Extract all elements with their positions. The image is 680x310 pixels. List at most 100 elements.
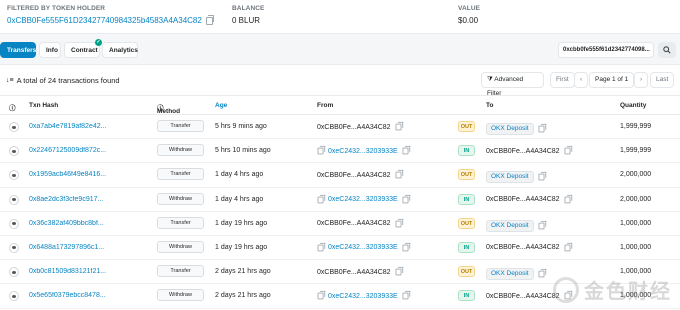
to-address[interactable]: OKX Deposit (486, 123, 546, 135)
eye-icon[interactable] (9, 146, 19, 157)
holder-label: FILTERED BY TOKEN HOLDER (7, 5, 106, 12)
chevron-left-icon: ‹ (580, 76, 583, 83)
watermark-logo-icon (553, 276, 579, 303)
to-address-text: 0xCBB0Fe...A4A34C82 (486, 147, 560, 155)
from-address[interactable]: 0xeC2432...3203933E (317, 242, 410, 252)
col-age[interactable]: Age (215, 102, 227, 109)
eye-icon[interactable] (9, 170, 19, 181)
method-badge: Transfer (157, 265, 204, 278)
copy-icon[interactable] (395, 218, 403, 228)
eye-icon[interactable] (9, 194, 19, 205)
balance-label: BALANCE (232, 5, 265, 12)
search-button[interactable] (658, 42, 676, 58)
table-row: 0x22467125009df872c... Withdraw 5 hrs 10 m… (0, 139, 680, 164)
txn-hash-link[interactable]: 0x1959acb46f49e8416... (29, 171, 111, 178)
txn-hash-link[interactable]: 0x36c382af409bbc8bf... (29, 220, 111, 227)
quantity-cell: 1,999,999 (620, 123, 652, 130)
to-address[interactable]: OKX Deposit (486, 171, 546, 184)
eye-icon[interactable] (9, 242, 19, 253)
copy-icon[interactable] (402, 291, 410, 300)
method-badge: Transfer (157, 120, 204, 132)
txn-hash-link[interactable]: 0x6488a173297896c1... (29, 244, 111, 251)
table-row: 0x36c382af409bbc8bf... Transfer 1 day 19 h… (0, 212, 680, 236)
txn-hash-link[interactable]: 0x5e65f0379ebcc8478... (29, 292, 111, 299)
table-row: 0x6488a173297896c1... Withdraw 1 day 19 hr… (0, 236, 680, 261)
to-address[interactable]: OKX Deposit (486, 268, 546, 281)
copy-icon[interactable] (564, 242, 572, 252)
from-address-text: 0xCBB0Fe...A4A34C82 (317, 220, 391, 228)
quantity-cell: 2,000,000 (620, 195, 652, 203)
tab-contract[interactable]: Contract ✓ (64, 39, 102, 58)
copy-icon[interactable] (538, 220, 546, 230)
direction-badge: OUT (458, 121, 475, 132)
copy-icon[interactable] (395, 170, 403, 179)
method-badge: Withdraw (157, 144, 204, 157)
copy-icon[interactable] (538, 269, 546, 278)
from-address[interactable]: 0xeC2432...3203933E (317, 194, 410, 204)
copy-icon[interactable] (538, 123, 546, 133)
from-address-text[interactable]: 0xeC2432...3203933E (328, 293, 398, 300)
watermark: 金色财经 (553, 275, 672, 304)
method-badge: Withdraw (157, 289, 204, 302)
to-address-text: 0xCBB0Fe...A4A34C82 (486, 244, 560, 252)
txn-hash-link[interactable]: 0x8ae2dc3f3cfe9c917... (29, 196, 111, 203)
txn-hash-link[interactable]: 0xa7ab4e7819af82e42... (29, 123, 111, 130)
tab-analytics[interactable]: Analytics (102, 42, 138, 58)
info-circle-icon: ⓘ (9, 105, 16, 112)
eye-icon[interactable] (9, 218, 19, 229)
col-method: Method ⓘ (157, 105, 181, 115)
last-page-button[interactable]: Last (650, 72, 675, 88)
copy-icon[interactable] (538, 172, 546, 181)
verified-check-icon: ✓ (95, 39, 102, 46)
first-page-button[interactable]: First (550, 72, 575, 88)
txn-hash-link[interactable]: 0xb0c81509d83121f21... (29, 268, 111, 275)
direction-badge: OUT (458, 217, 475, 229)
sort-desc-icon: ↓≡ (6, 77, 14, 84)
value-column: VALUE $0.00 (458, 5, 480, 25)
copy-icon[interactable] (402, 242, 410, 252)
from-address: 0xCBB0Fe...A4A34C82 (317, 170, 403, 179)
col-quantity: Quantity (620, 102, 647, 109)
direction-badge: IN (458, 145, 475, 157)
copy-icon[interactable] (395, 267, 403, 276)
to-address[interactable]: OKX Deposit (486, 219, 546, 232)
age-cell: 1 day 19 hrs ago (215, 243, 268, 251)
copy-icon[interactable] (402, 146, 410, 155)
quantity-cell: 2,000,000 (620, 171, 652, 179)
from-address-text: 0xCBB0Fe...A4A34C82 (317, 268, 391, 276)
from-address: 0xCBB0Fe...A4A34C82 (317, 121, 403, 131)
tab-bar: Transfers Info Contract ✓ Analytics 0xcb… (0, 39, 680, 60)
watermark-text: 金色财经 (584, 281, 672, 303)
from-address-text[interactable]: 0xeC2432...3203933E (328, 148, 398, 155)
eye-icon[interactable] (9, 122, 19, 132)
from-address-text[interactable]: 0xeC2432...3203933E (328, 244, 398, 251)
eye-icon[interactable] (9, 267, 19, 278)
to-label-chip[interactable]: OKX Deposit (486, 171, 534, 184)
holder-address[interactable]: 0xCBB0Fe555F61D23427740984325b4583A4A34C… (7, 14, 215, 25)
address-filter-chip[interactable]: 0xcbb0fe555f61d2342774098... (558, 42, 654, 58)
from-address[interactable]: 0xeC2432...3203933E (317, 291, 410, 300)
from-address-text[interactable]: 0xeC2432...3203933E (328, 196, 398, 203)
to-address-text: 0xCBB0Fe...A4A34C82 (486, 292, 560, 300)
table-row: 0x8ae2dc3f3cfe9c917... Withdraw 1 day 4 hr… (0, 188, 680, 212)
txn-hash-link[interactable]: 0x22467125009df872c... (29, 147, 111, 154)
to-label-chip[interactable]: OKX Deposit (486, 268, 534, 281)
prev-page-button[interactable]: ‹ (574, 72, 589, 88)
copy-icon[interactable] (395, 121, 403, 131)
to-label-chip[interactable]: OKX Deposit (486, 123, 534, 135)
advanced-filter-button[interactable]: ⧩ Advanced Filter (481, 72, 544, 97)
copy-icon[interactable] (564, 194, 572, 203)
copy-icon[interactable] (564, 146, 572, 155)
holder-address-text[interactable]: 0xCBB0Fe555F61D23427740984325b4583A4A34C… (7, 16, 202, 25)
next-page-button[interactable]: › (634, 72, 649, 88)
to-label-chip[interactable]: OKX Deposit (486, 219, 534, 232)
age-cell: 5 hrs 10 mins ago (215, 147, 271, 155)
table-row: 0x1959acb46f49e8416... Transfer 1 day 4 hr… (0, 163, 680, 188)
copy-icon[interactable] (402, 194, 410, 203)
tab-transfers[interactable]: Transfers (0, 42, 36, 58)
tab-info[interactable]: Info (39, 42, 61, 58)
eye-icon[interactable] (9, 291, 19, 302)
from-address[interactable]: 0xeC2432...3203933E (317, 146, 410, 155)
from-address: 0xCBB0Fe...A4A34C82 (317, 218, 403, 228)
copy-icon[interactable] (205, 14, 215, 25)
